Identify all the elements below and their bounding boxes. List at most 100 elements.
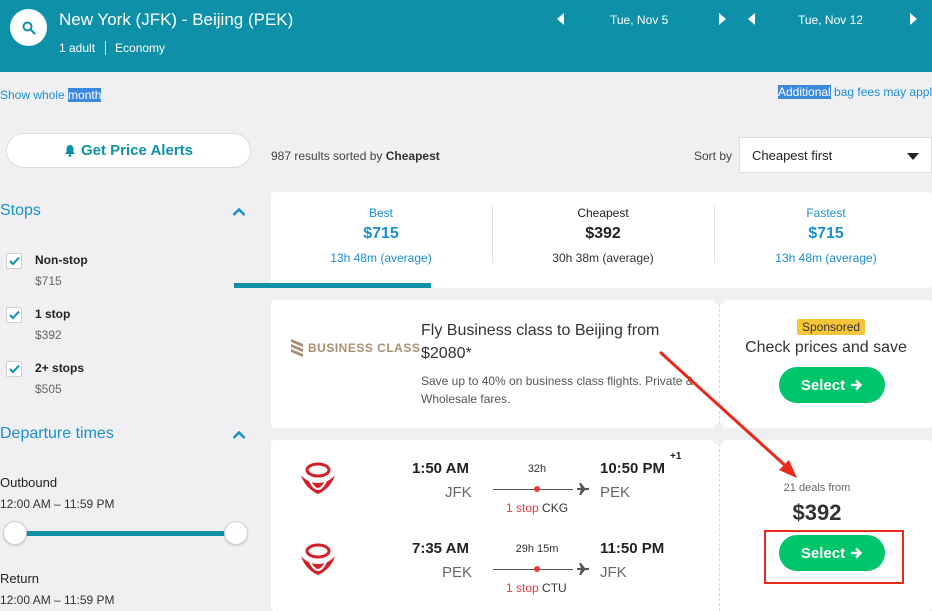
meta-divider	[105, 41, 107, 55]
card-notch	[714, 435, 724, 445]
depart-date[interactable]: Tue, Nov 5	[610, 13, 668, 27]
outbound-slider-end-handle[interactable]	[224, 521, 248, 545]
return-arrive-airport: JFK	[600, 564, 627, 581]
stops-count: 1 stop	[506, 581, 539, 595]
ad-title[interactable]: Fly Business class to Beijing from $2080…	[421, 319, 701, 365]
hainan-airlines-logo-icon	[301, 462, 335, 494]
bag-fees-text: bag fees may appl	[830, 85, 932, 99]
chevron-up-icon[interactable]	[232, 430, 246, 440]
tab-price: $715	[808, 225, 844, 242]
day-offset-badge: +1	[670, 451, 682, 462]
outbound-arrive-airport: PEK	[600, 484, 631, 501]
stops-filter-title[interactable]: Stops	[0, 202, 41, 220]
flight-price: $392	[792, 500, 842, 525]
tab-duration: 13h 48m (average)	[330, 251, 432, 265]
stops-count: 1 stop	[506, 501, 539, 515]
tab-divider	[714, 205, 715, 263]
tab-price: $715	[363, 225, 399, 242]
tab-best[interactable]: Best $715 13h 48m (average)	[271, 192, 491, 288]
tab-label: Best	[368, 206, 393, 220]
ad-description-line: Wholesale fares.	[421, 392, 511, 406]
card-divider	[719, 444, 720, 611]
sorted-by-value: Cheapest	[385, 149, 440, 163]
month-highlight: month	[68, 88, 102, 102]
business-class-brand: BUSINESS CLASS	[308, 341, 421, 355]
route-title[interactable]: New York (JFK) - Beijing (PEK)	[59, 10, 293, 30]
via-airport: CKG	[542, 501, 569, 515]
stop-dot	[534, 486, 540, 492]
return-date[interactable]: Tue, Nov 12	[798, 13, 863, 27]
active-tab-indicator	[234, 283, 431, 288]
passenger-count[interactable]: 1 adult	[59, 41, 95, 55]
sort-by-label: Sort by	[694, 149, 733, 163]
search-icon	[22, 21, 36, 35]
annotation-highlight-box	[764, 530, 904, 584]
ad-select-button[interactable]: Select	[779, 367, 885, 403]
results-summary: 987 results sorted by Cheapest	[271, 149, 440, 163]
prev-depart-date-icon[interactable]	[557, 13, 564, 25]
stop-dot	[534, 566, 540, 572]
via-airport: CTU	[542, 581, 567, 595]
trip-meta[interactable]: 1 adult Economy	[59, 41, 165, 55]
chevron-up-icon[interactable]	[232, 207, 246, 217]
outbound-time-range: 12:00 AM – 11:59 PM	[0, 497, 115, 511]
outbound-slider-start-handle[interactable]	[3, 521, 27, 545]
return-stop-info: 1 stop CTU	[506, 581, 567, 595]
outbound-label: Outbound	[0, 475, 58, 490]
one-stop-checkbox[interactable]	[6, 307, 22, 323]
return-depart-airport: PEK	[442, 564, 473, 581]
outbound-duration: 32h	[527, 463, 547, 475]
sort-select-value: Cheapest first	[752, 148, 833, 163]
stop-option-label: 1 stop	[35, 307, 71, 321]
return-arrive-time: 11:50 PM	[600, 540, 665, 557]
price-alerts-label: Get Price Alerts	[81, 142, 193, 159]
tab-price: $392	[585, 225, 621, 242]
two-plus-stops-checkbox[interactable]	[6, 361, 22, 377]
return-label: Return	[0, 571, 40, 586]
outbound-route-line	[493, 489, 573, 490]
tab-label: Fastest	[806, 206, 846, 220]
return-route-line	[493, 569, 573, 570]
outbound-depart-airport: JFK	[445, 484, 472, 501]
search-header: New York (JFK) - Beijing (PEK) 1 adult E…	[0, 0, 932, 72]
stop-option-price: $392	[35, 328, 62, 342]
plane-icon	[577, 483, 589, 495]
stop-option-price: $505	[35, 382, 62, 396]
check-prices-text: Check prices and save	[745, 339, 907, 356]
prev-return-date-icon[interactable]	[748, 13, 755, 25]
sort-tabs: Best $715 13h 48m (average) Cheapest $39…	[271, 192, 932, 288]
plane-icon	[577, 563, 589, 575]
sort-select[interactable]: Cheapest first	[739, 137, 932, 173]
business-class-logo: BUSINESS CLASS	[291, 339, 420, 357]
return-time-range: 12:00 AM – 11:59 PM	[0, 593, 115, 607]
show-whole-text: Show whole	[0, 88, 69, 102]
card-divider	[719, 304, 720, 424]
return-depart-time: 7:35 AM	[412, 540, 469, 557]
next-depart-date-icon[interactable]	[719, 13, 726, 25]
ad-description-line: Save up to 40% on business class flights…	[421, 374, 693, 388]
card-notch	[714, 423, 724, 433]
tab-cheapest[interactable]: Cheapest $392 30h 38m (average)	[493, 192, 713, 288]
tab-fastest[interactable]: Fastest $715 13h 48m (average)	[716, 192, 932, 288]
bag-fees-link[interactable]: Additional bag fees may appl	[778, 85, 932, 99]
results-count: 987 results sorted by	[271, 149, 386, 163]
tab-label: Cheapest	[577, 206, 629, 220]
hainan-airlines-logo-icon	[301, 543, 335, 575]
nonstop-checkbox[interactable]	[6, 253, 22, 269]
stop-option-price: $715	[35, 274, 62, 288]
outbound-slider-track[interactable]	[15, 531, 236, 536]
cabin-class[interactable]: Economy	[115, 41, 165, 55]
checkmark-icon	[9, 364, 20, 374]
get-price-alerts-button[interactable]: Get Price Alerts	[6, 133, 251, 168]
tab-duration: 13h 48m (average)	[775, 251, 877, 265]
outbound-stop-info: 1 stop CKG	[506, 501, 568, 515]
search-button[interactable]	[10, 9, 47, 46]
next-return-date-icon[interactable]	[910, 13, 917, 25]
departure-times-title[interactable]: Departure times	[0, 425, 114, 443]
return-duration: 29h 15m	[515, 543, 559, 555]
outbound-arrive-time: 10:50 PM	[600, 460, 666, 477]
arrow-right-icon	[851, 379, 863, 391]
select-button-label: Select	[800, 376, 846, 394]
outbound-depart-time: 1:50 AM	[412, 460, 469, 477]
show-whole-month-link[interactable]: Show whole month	[0, 88, 102, 102]
